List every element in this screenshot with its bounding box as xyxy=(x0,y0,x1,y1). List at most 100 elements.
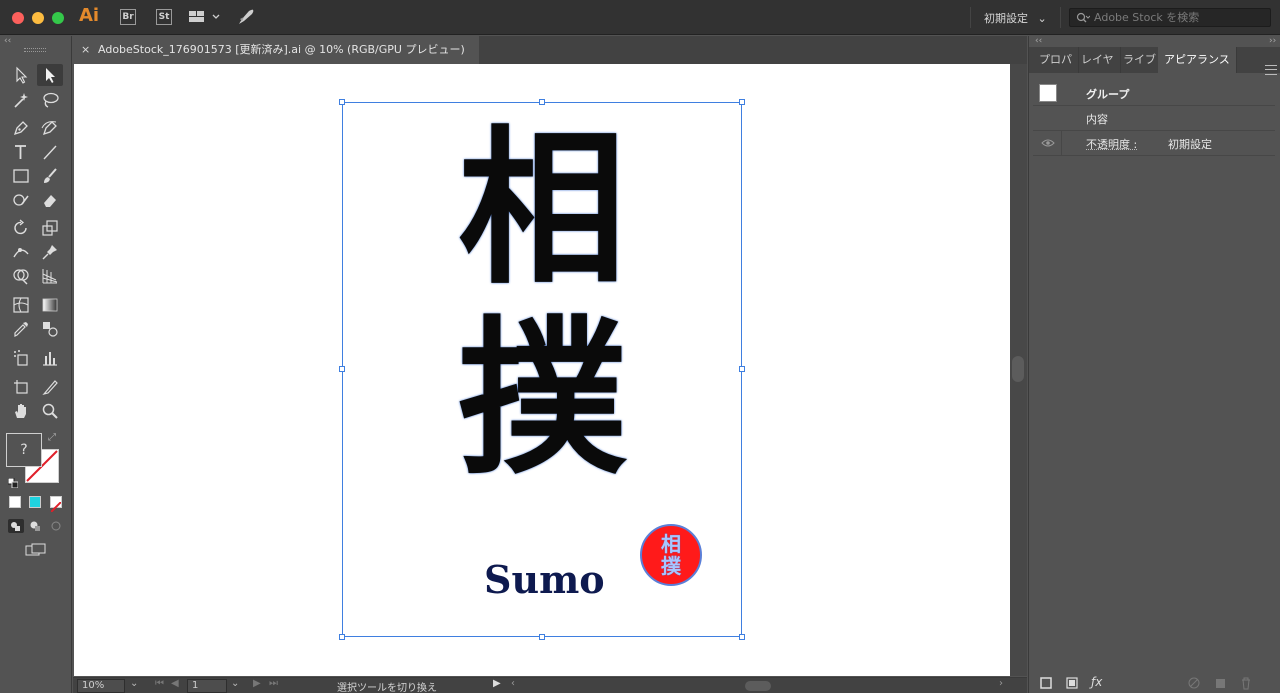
horizontal-scroll-thumb[interactable] xyxy=(745,681,771,691)
sumo-caption: Sumo xyxy=(484,557,605,602)
eraser-tool[interactable] xyxy=(37,189,63,211)
line-segment-tool[interactable] xyxy=(37,141,63,163)
tab-appearance[interactable]: アピアランス xyxy=(1158,47,1237,73)
magic-wand-tool[interactable] xyxy=(8,89,34,111)
artboard-tool[interactable] xyxy=(8,376,34,398)
collapse-panel-icon[interactable]: ‹‹ xyxy=(4,36,11,46)
opacity-link[interactable]: 不透明度 : xyxy=(1086,136,1137,152)
document-tab[interactable]: × AdobeStock_176901573 [更新済み].ai @ 10% (… xyxy=(73,36,479,64)
eye-icon[interactable] xyxy=(1041,138,1055,148)
resize-handle-bottom-right[interactable] xyxy=(739,634,745,640)
stock-button[interactable]: St xyxy=(156,9,172,25)
default-colors-icon[interactable] xyxy=(7,473,19,489)
selection-tool[interactable] xyxy=(8,64,34,86)
gradient-mode-button[interactable] xyxy=(29,496,41,508)
status-menu-arrow-icon[interactable]: ▶ xyxy=(493,678,501,689)
add-new-fill-button[interactable] xyxy=(1065,675,1079,689)
rotate-tool[interactable] xyxy=(8,217,34,239)
draw-inside-button[interactable] xyxy=(48,518,64,532)
duplicate-item-button[interactable] xyxy=(1213,675,1227,689)
appearance-row-contents[interactable]: 内容 xyxy=(1033,106,1275,131)
resize-handle-bottom[interactable] xyxy=(539,634,545,640)
appearance-row-group[interactable]: グループ xyxy=(1033,81,1275,106)
eyedropper-tool[interactable] xyxy=(8,318,34,340)
resize-handle-top[interactable] xyxy=(539,99,545,105)
shape-builder-tool[interactable] xyxy=(8,265,34,287)
gradient-tool[interactable] xyxy=(37,294,63,316)
group-thumbnail xyxy=(1039,84,1057,102)
puppet-warp-tool[interactable] xyxy=(37,241,63,263)
previous-artboard-icon[interactable]: ◀ xyxy=(171,678,179,689)
scroll-right-icon[interactable]: › xyxy=(999,678,1003,689)
draw-behind-button[interactable] xyxy=(28,518,44,532)
paintbrush-tool[interactable] xyxy=(37,165,63,187)
none-mode-button[interactable] xyxy=(50,496,62,513)
window-minimize-button[interactable] xyxy=(32,12,44,24)
app-logo: Ai xyxy=(79,5,100,26)
tab-libraries[interactable]: ライブ xyxy=(1117,47,1163,73)
last-artboard-icon[interactable]: ⏭ xyxy=(269,678,278,689)
duplicate-icon xyxy=(1216,679,1225,688)
scroll-left-icon[interactable]: ‹ xyxy=(511,678,515,689)
lasso-tool[interactable] xyxy=(37,89,63,111)
zoom-tool[interactable] xyxy=(37,400,63,422)
first-artboard-icon[interactable]: ⏮ xyxy=(155,678,164,689)
clear-appearance-button[interactable] xyxy=(1187,675,1201,689)
screen-mode-button[interactable] xyxy=(25,542,47,556)
expand-panel-icon[interactable]: ›› xyxy=(1269,36,1276,46)
collapse-panel-icon[interactable]: ‹‹ xyxy=(1035,36,1042,46)
resize-handle-top-right[interactable] xyxy=(739,99,745,105)
type-icon xyxy=(15,145,26,159)
panel-grip[interactable] xyxy=(24,48,46,52)
delete-item-button[interactable] xyxy=(1239,675,1253,690)
resize-handle-bottom-left[interactable] xyxy=(339,634,345,640)
next-artboard-icon[interactable]: ▶ xyxy=(253,678,261,689)
appearance-row-opacity[interactable]: 不透明度 : 初期設定 xyxy=(1033,131,1275,156)
draw-normal-button[interactable] xyxy=(8,518,24,533)
direct-selection-tool[interactable] xyxy=(37,64,63,86)
resize-handle-top-left[interactable] xyxy=(339,99,345,105)
bar-graph-icon xyxy=(43,352,57,366)
rectangle-tool[interactable] xyxy=(8,165,34,187)
appbar-divider xyxy=(1060,7,1061,28)
close-icon[interactable]: × xyxy=(81,36,90,64)
fill-swatch[interactable]: ? xyxy=(6,433,42,467)
chevron-down-icon[interactable]: ⌄ xyxy=(231,678,239,689)
vertical-scrollbar[interactable] xyxy=(1010,64,1027,676)
color-mode-button[interactable] xyxy=(9,496,21,508)
artboard-number-field[interactable]: 1 xyxy=(187,679,227,693)
arrange-documents-button[interactable] xyxy=(188,9,222,25)
tab-properties[interactable]: プロパ xyxy=(1033,47,1079,73)
blend-tool[interactable] xyxy=(37,318,63,340)
line-icon xyxy=(43,145,57,160)
pen-tool[interactable] xyxy=(8,117,34,139)
slice-tool[interactable] xyxy=(37,376,63,398)
tab-layers[interactable]: レイヤ xyxy=(1075,47,1121,73)
stock-search-input[interactable]: Adobe Stock を検索 xyxy=(1069,8,1271,27)
curvature-tool[interactable] xyxy=(37,117,63,139)
vertical-scroll-thumb[interactable] xyxy=(1012,356,1024,382)
window-close-button[interactable] xyxy=(12,12,24,24)
symbol-sprayer-tool[interactable] xyxy=(8,347,34,369)
shaper-tool[interactable] xyxy=(8,189,34,211)
mesh-tool[interactable] xyxy=(8,294,34,316)
zoom-field[interactable]: 10% xyxy=(77,679,125,693)
chevron-down-icon[interactable]: ⌄ xyxy=(130,678,138,689)
gpu-performance-button[interactable] xyxy=(236,7,256,27)
window-zoom-button[interactable] xyxy=(52,12,64,24)
swap-fill-stroke-icon[interactable]: ⤢ xyxy=(48,432,56,443)
column-graph-tool[interactable] xyxy=(37,347,63,369)
workspace-switcher[interactable]: 初期設定 ⌄ xyxy=(984,10,1047,26)
direct-selection-arrow-icon xyxy=(46,68,55,83)
width-tool[interactable] xyxy=(8,241,34,263)
add-new-stroke-button[interactable] xyxy=(1039,675,1053,689)
panel-menu-icon[interactable] xyxy=(1265,65,1277,75)
scale-tool[interactable] xyxy=(37,217,63,239)
bridge-button[interactable]: Br xyxy=(120,9,136,25)
perspective-grid-tool[interactable] xyxy=(37,265,63,287)
canvas[interactable]: 相 撲 Sumo 相 撲 xyxy=(74,64,1010,676)
fx-icon[interactable]: ƒx xyxy=(1091,675,1105,689)
hand-tool[interactable] xyxy=(8,400,34,422)
type-tool[interactable] xyxy=(8,141,34,163)
magic-wand-icon xyxy=(14,93,28,108)
